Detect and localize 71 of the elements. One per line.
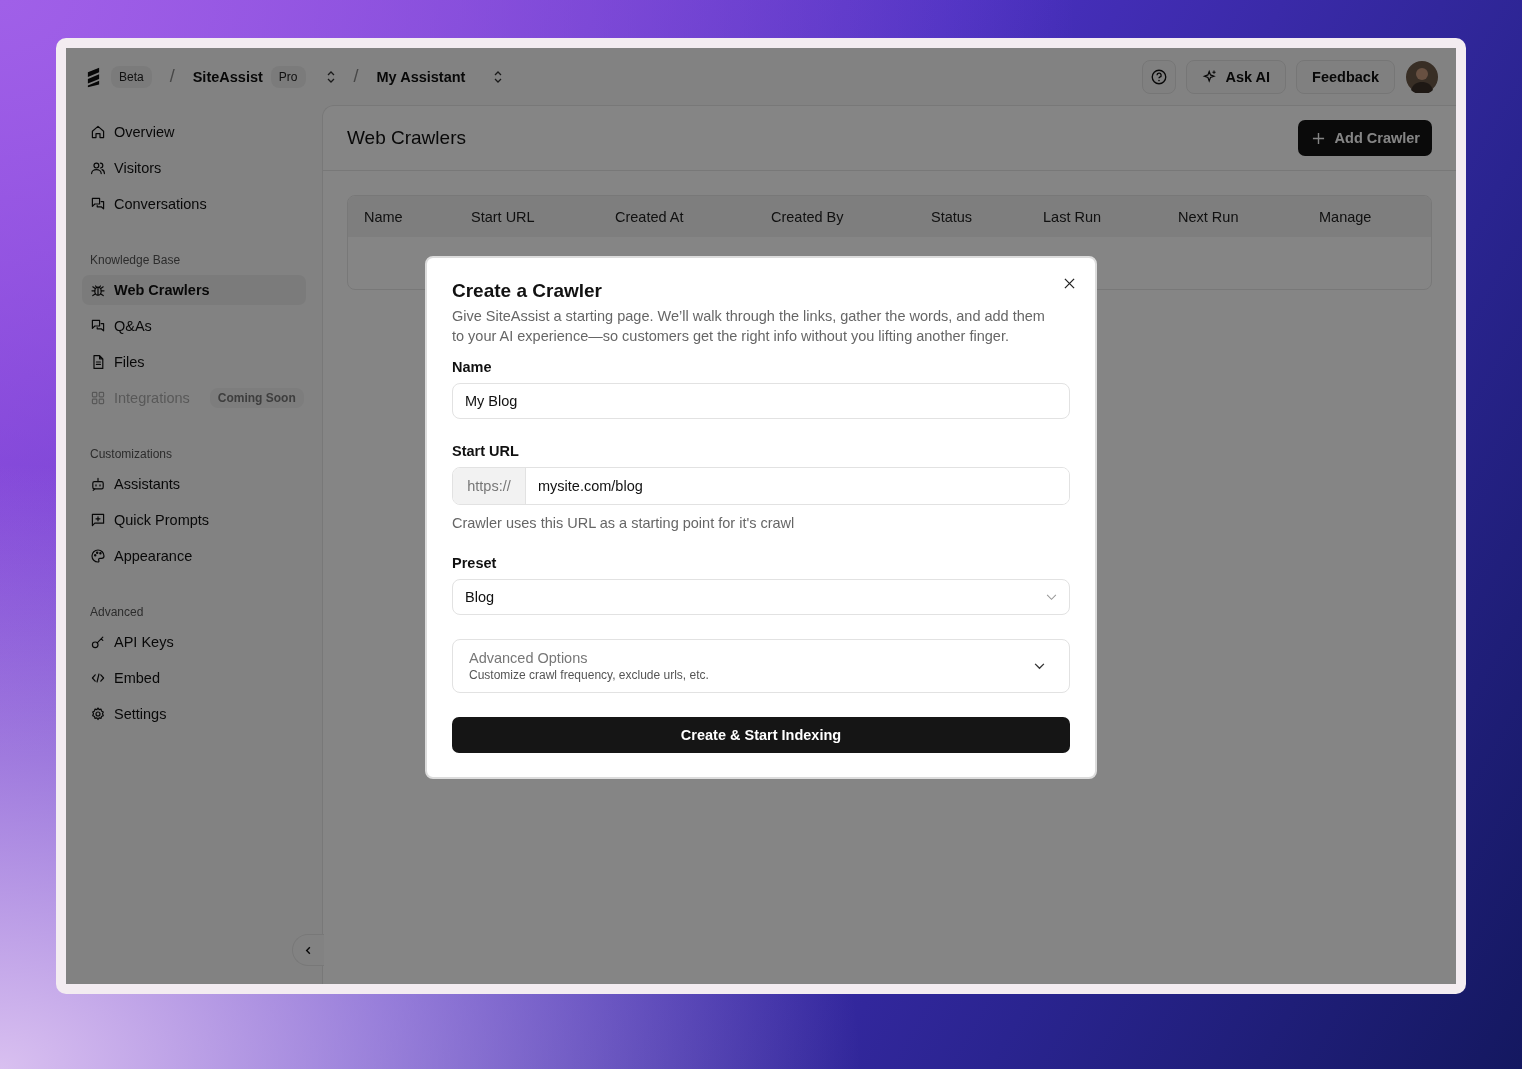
advanced-options-title: Advanced Options [469,650,589,666]
bug-icon [90,282,106,298]
ask-ai-button[interactable]: Ask AI [1185,59,1287,94]
chevron-up-down-icon[interactable] [325,69,336,84]
breadcrumb-item[interactable]: SiteAssist [192,68,263,85]
url-prefix: https:// [453,468,526,504]
sidebar-item[interactable]: API Keys [82,627,306,657]
help-icon [1149,67,1168,86]
column-header: Name [364,208,404,225]
sidebar-item[interactable]: Quick Prompts [82,505,306,535]
field-label: Start URL [452,442,520,460]
close-button[interactable] [1062,276,1077,291]
field-label: Name [452,358,493,376]
beta-badge: Beta [111,65,152,88]
section-heading: Knowledge Base [89,252,182,269]
plan-badge: Pro [270,65,306,88]
column-header: Manage [1319,208,1373,225]
sidebar-item[interactable]: Settings [82,699,306,729]
sidebar-item[interactable]: Assistants [82,469,306,499]
breadcrumb-separator: / [169,66,175,87]
help-button[interactable] [1141,59,1176,94]
sidebar-item[interactable]: Visitors [82,153,306,183]
dialog-description: Give SiteAssist a starting page. We’ll walk through the links, gather the words, and add them to your AI experience—so customers get the right info without you lifting another finger. [452,307,1046,346]
key-icon [90,634,106,650]
home-icon [90,124,106,140]
sidebar-item[interactable]: Appearance [82,541,306,571]
add-crawler-button[interactable]: Add Crawler [1297,120,1432,156]
palette-icon [90,548,106,564]
sidebar-item[interactable]: Web Crawlers [82,275,306,305]
start-url-input[interactable]: https:// mysite.com/blog [452,467,1070,505]
sidebar-item[interactable]: Embed [82,663,306,693]
section-heading: Advanced [89,604,145,621]
avatar[interactable] [1406,60,1438,93]
chat-bubbles-icon [90,196,106,212]
breadcrumb-item[interactable]: My Assistant [376,68,466,85]
create-start-indexing-button[interactable]: Create & Start Indexing [452,717,1070,753]
advanced-options-toggle[interactable]: Advanced Options Customize crawl frequency, exclude urls, etc. [452,639,1070,693]
chevron-left-icon [304,945,313,955]
breadcrumb-separator: / [353,66,359,87]
column-header: Created At [615,208,685,225]
name-input[interactable]: My Blog [452,383,1070,419]
help-text: Crawler uses this URL as a starting point for it's crawl [452,514,796,532]
chat-bubbles-icon [90,318,106,334]
coming-soon-badge: Coming Soon [209,388,304,408]
sidebar-item[interactable]: Overview [82,117,306,147]
preset-select[interactable]: Blog [452,579,1070,615]
column-header: Status [931,208,974,225]
sidebar-item[interactable]: Files [82,347,306,377]
robot-icon [90,476,106,492]
sparkle-icon [1201,68,1218,85]
advanced-options-subtitle: Customize crawl frequency, exclude urls, etc. [469,668,709,682]
field-label: Preset [452,554,498,572]
users-icon [90,160,106,176]
logo-icon [86,65,101,88]
chevron-up-down-icon[interactable] [493,69,504,84]
column-header: Last Run [1043,208,1103,225]
feedback-button[interactable]: Feedback [1296,59,1395,94]
sidebar-item[interactable]: Conversations [82,189,306,219]
grid-icon [90,390,106,406]
dialog-title: Create a Crawler [452,279,602,303]
chevron-down-icon [1046,593,1057,601]
file-icon [90,354,106,370]
column-header: Created By [771,208,845,225]
column-header: Next Run [1178,208,1240,225]
column-header: Start URL [471,208,536,225]
section-heading: Customizations [89,446,174,463]
close-icon [1064,278,1075,289]
settings-icon [90,706,106,722]
page-title: Web Crawlers [347,127,466,149]
plus-icon [1311,131,1325,145]
sidebar-item[interactable]: Q&As [82,311,306,341]
